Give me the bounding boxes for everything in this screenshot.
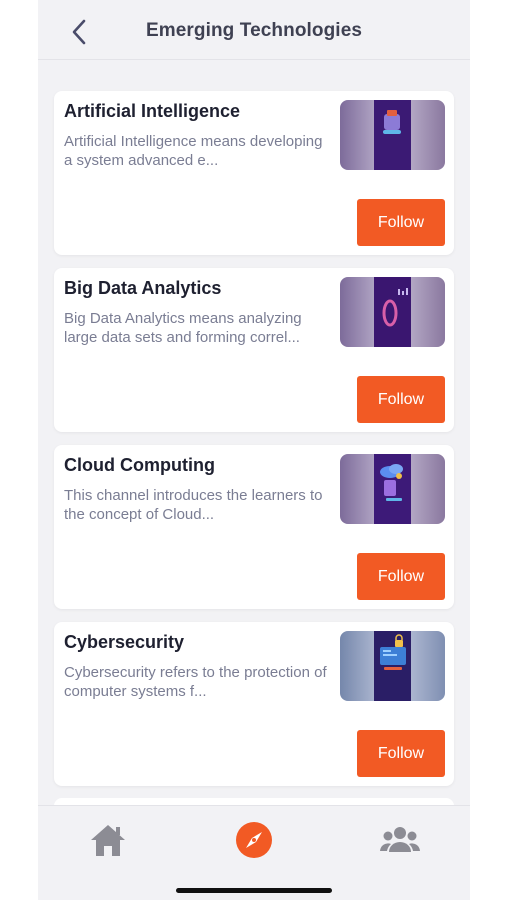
follow-button[interactable]: Follow [357,730,445,777]
channel-title: Cloud Computing [64,455,215,475]
phone-screen: Emerging Technologies Artificial Intelli… [38,0,470,900]
channel-card-cloud-computing[interactable]: Cloud Computing This channel introduces … [54,445,454,609]
channel-thumbnail [340,454,445,524]
channel-description: Artificial Intelligence means developing… [64,133,323,169]
channel-description: Big Data Analytics means analyzing large… [64,310,302,346]
channel-card-big-data-analytics[interactable]: Big Data Analytics Big Data Analytics me… [54,268,454,432]
channel-card-artificial-intelligence[interactable]: Artificial Intelligence Artificial Intel… [54,91,454,255]
channel-description: Cybersecurity refers to the protection o… [64,664,327,700]
tab-explore[interactable] [232,820,276,860]
channel-title: Big Data Analytics [64,278,222,298]
channel-thumbnail [340,277,445,347]
people-icon [380,827,420,852]
lock-screen-icon [340,631,445,701]
follow-button[interactable]: Follow [357,553,445,600]
channel-title: Artificial Intelligence [64,101,241,121]
page-title: Emerging Technologies [145,20,363,41]
home-indicator [176,888,332,893]
channel-thumbnail [340,631,445,701]
data-ring-icon [340,277,445,347]
channel-title: Cybersecurity [64,632,185,652]
follow-button[interactable]: Follow [357,376,445,423]
channel-card-cybersecurity[interactable]: Cybersecurity Cybersecurity refers to th… [54,622,454,786]
follow-button[interactable]: Follow [357,199,445,246]
header-bar: Emerging Technologies [38,0,470,60]
tab-community[interactable] [378,820,422,860]
channel-description: This channel introduces the learners to … [64,487,323,523]
cloud-icon [340,454,445,524]
compass-icon [236,822,272,858]
bottom-tab-bar [38,805,470,900]
tab-home[interactable] [86,820,130,860]
home-icon [91,825,125,856]
channel-thumbnail [340,100,445,170]
ai-chip-icon [340,100,445,170]
